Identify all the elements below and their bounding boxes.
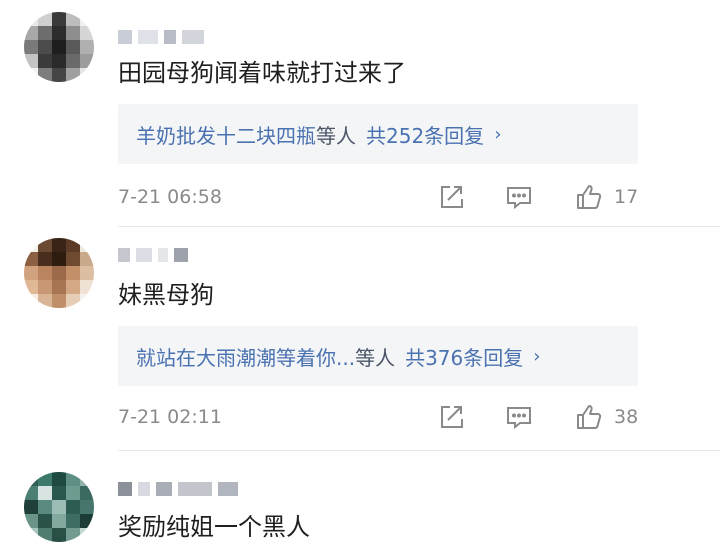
like-count: 17 xyxy=(614,186,639,208)
like-icon[interactable] xyxy=(574,402,604,432)
like-icon[interactable] xyxy=(574,182,604,212)
comment-icon[interactable] xyxy=(504,402,534,432)
reply-count: 共252条回复 xyxy=(366,123,485,148)
timestamp: 7-21 06:58 xyxy=(118,186,222,208)
avatar[interactable] xyxy=(24,12,94,82)
username-blurred[interactable] xyxy=(118,478,238,500)
reply-summary[interactable]: 就站在大雨潮潮等着你... 等人 共376条回复 › xyxy=(118,326,638,386)
chevron-right-icon: › xyxy=(533,345,541,367)
comment-text: 田园母狗闻着味就打过来了 xyxy=(118,59,406,87)
like-count: 38 xyxy=(614,406,639,428)
reply-author: 就站在大雨潮潮等着你... xyxy=(136,345,356,370)
share-icon[interactable] xyxy=(436,182,466,212)
avatar[interactable] xyxy=(24,238,94,308)
reply-suffix: 等人 xyxy=(355,345,396,370)
timestamp: 7-21 02:11 xyxy=(118,406,222,428)
chevron-right-icon: › xyxy=(494,123,502,145)
divider xyxy=(118,450,720,451)
divider xyxy=(118,226,720,227)
comment-text: 奖励纯姐一个黑人 xyxy=(118,513,310,541)
comment-meta: 7-21 06:58 17 xyxy=(118,182,648,212)
comment-meta: 7-21 02:11 38 xyxy=(118,402,648,432)
username-blurred[interactable] xyxy=(118,26,204,48)
avatar[interactable] xyxy=(24,472,94,542)
username-blurred[interactable] xyxy=(118,244,188,266)
reply-author: 羊奶批发十二块四瓶 xyxy=(136,123,316,148)
reply-suffix: 等人 xyxy=(316,123,356,148)
comment-list: 田园母狗闻着味就打过来了 羊奶批发十二块四瓶 等人 共252条回复 › 7-21… xyxy=(0,0,720,549)
comment-text: 妹黑母狗 xyxy=(118,281,214,309)
share-icon[interactable] xyxy=(436,402,466,432)
comment-icon[interactable] xyxy=(504,182,534,212)
reply-summary[interactable]: 羊奶批发十二块四瓶 等人 共252条回复 › xyxy=(118,104,638,164)
reply-count: 共376条回复 xyxy=(405,345,524,370)
